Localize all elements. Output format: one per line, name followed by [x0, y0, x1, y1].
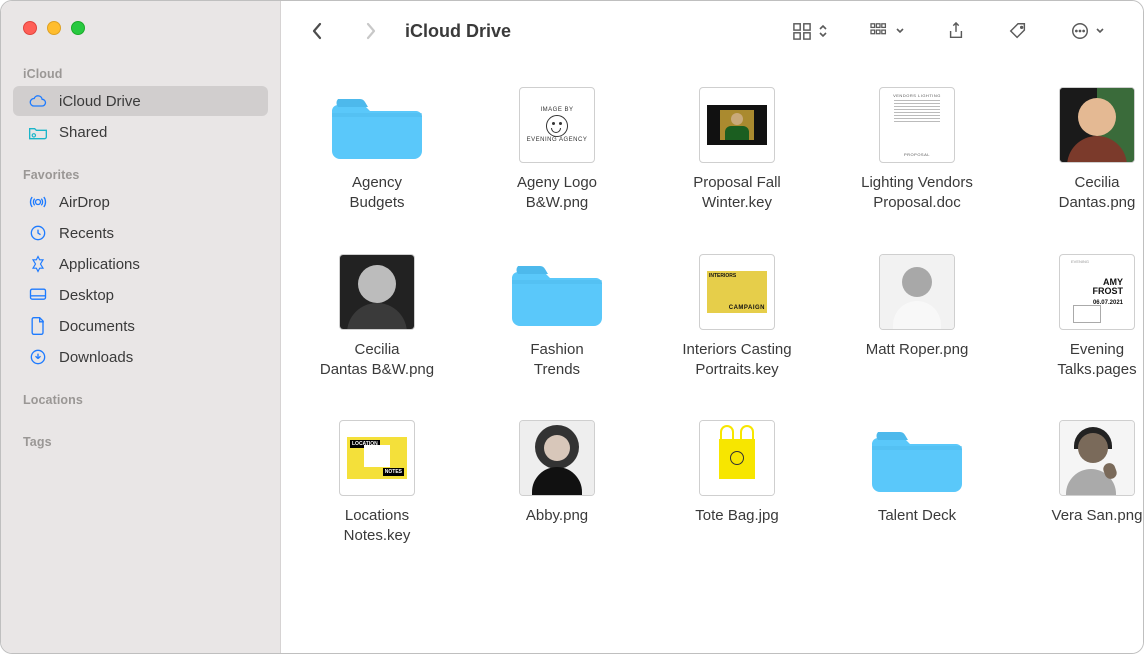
file-label: Cecilia Dantas B&W.png [320, 340, 434, 381]
file-label: Lighting Vendors Proposal.doc [861, 173, 973, 214]
folder-icon [512, 254, 602, 330]
section-label-favorites: Favorites [1, 162, 280, 186]
sidebar-item-label: iCloud Drive [59, 93, 141, 110]
icon-view-icon [789, 19, 815, 43]
file-item[interactable]: Cecilia Dantas.png [1021, 87, 1144, 214]
file-label: Proposal Fall Winter.key [693, 173, 781, 214]
file-label: Matt Roper.png [866, 340, 969, 360]
share-icon [943, 19, 969, 43]
tags-button[interactable] [1005, 19, 1031, 43]
window-controls [23, 21, 85, 35]
section-label-locations: Locations [1, 387, 280, 411]
file-label: Talent Deck [878, 506, 956, 526]
file-item[interactable]: Vera San.png [1021, 420, 1144, 547]
file-item[interactable]: Proposal Fall Winter.key [661, 87, 813, 214]
share-button[interactable] [943, 19, 969, 43]
toolbar: iCloud Drive [281, 1, 1144, 61]
file-label: Fashion Trends [530, 340, 583, 381]
file-label: Abby.png [526, 506, 588, 526]
sidebar-item-recents[interactable]: Recents [13, 218, 268, 248]
sidebar-item-label: Downloads [59, 349, 133, 366]
folder-icon [332, 87, 422, 163]
pages-thumbnail: EVENINGAMY FROST06.07.2021 [1059, 254, 1135, 330]
file-item[interactable]: Tote Bag.jpg [661, 420, 813, 547]
keynote-thumbnail [699, 87, 775, 163]
back-button[interactable] [305, 19, 329, 43]
sidebar-item-icloud-drive[interactable]: iCloud Drive [13, 86, 268, 116]
chevron-down-icon [893, 19, 907, 43]
file-label: Evening Talks.pages [1057, 340, 1136, 381]
document-thumbnail: VENDORS LIGHTINGPROPOSAL [879, 87, 955, 163]
sidebar-item-label: Shared [59, 124, 107, 141]
applications-icon [27, 254, 49, 274]
view-switcher[interactable] [789, 19, 831, 43]
sidebar-item-label: Desktop [59, 287, 114, 304]
close-button[interactable] [23, 21, 37, 35]
file-item[interactable]: Talent Deck [841, 420, 993, 547]
sidebar: iCloud iCloud Drive Shared Favorites Air… [1, 1, 281, 653]
file-label: Vera San.png [1052, 506, 1143, 526]
image-thumbnail [879, 254, 955, 330]
keynote-thumbnail: INTERIORSCAMPAIGN [699, 254, 775, 330]
file-item[interactable]: Cecilia Dantas B&W.png [301, 254, 453, 381]
airdrop-icon [27, 192, 49, 212]
chevron-updown-icon [815, 19, 831, 43]
minimize-button[interactable] [47, 21, 61, 35]
desktop-icon [27, 285, 49, 305]
sidebar-item-downloads[interactable]: Downloads [13, 342, 268, 372]
sidebar-item-shared[interactable]: Shared [13, 117, 268, 147]
image-thumbnail: IMAGE BYEVENING AGENCY [519, 87, 595, 163]
cloud-icon [27, 91, 49, 111]
sidebar-item-label: Documents [59, 318, 135, 335]
file-item[interactable]: EVENINGAMY FROST06.07.2021 Evening Talks… [1021, 254, 1144, 381]
keynote-thumbnail: LOCATIONNOTES [339, 420, 415, 496]
sidebar-item-applications[interactable]: Applications [13, 249, 268, 279]
sidebar-item-label: Applications [59, 256, 140, 273]
section-label-tags: Tags [1, 429, 280, 453]
group-by-button[interactable] [867, 19, 907, 43]
forward-button[interactable] [359, 19, 383, 43]
maximize-button[interactable] [71, 21, 85, 35]
folder-icon [872, 420, 962, 496]
document-icon [27, 316, 49, 336]
sidebar-item-label: Recents [59, 225, 114, 242]
main-content: iCloud Drive [281, 1, 1144, 653]
finder-window: iCloud iCloud Drive Shared Favorites Air… [0, 0, 1144, 654]
file-label: Agency Budgets [349, 173, 404, 214]
file-item[interactable]: Abby.png [481, 420, 633, 547]
file-label: Locations Notes.key [344, 506, 411, 547]
image-thumbnail [1059, 420, 1135, 496]
clock-icon [27, 223, 49, 243]
image-thumbnail [699, 420, 775, 496]
image-thumbnail [339, 254, 415, 330]
file-label: Cecilia Dantas.png [1059, 173, 1136, 214]
file-label: Tote Bag.jpg [695, 506, 778, 526]
file-item[interactable]: INTERIORSCAMPAIGN Interiors Casting Port… [661, 254, 813, 381]
file-grid: Agency Budgets IMAGE BYEVENING AGENCY Ag… [281, 61, 1144, 653]
file-item[interactable]: IMAGE BYEVENING AGENCY Ageny Logo B&W.pn… [481, 87, 633, 214]
chevron-down-icon [1093, 19, 1107, 43]
file-item[interactable]: VENDORS LIGHTINGPROPOSAL Lighting Vendor… [841, 87, 993, 214]
sidebar-item-desktop[interactable]: Desktop [13, 280, 268, 310]
section-label-icloud: iCloud [1, 61, 280, 85]
file-label: Ageny Logo B&W.png [517, 173, 597, 214]
shared-folder-icon [27, 122, 49, 142]
sidebar-item-documents[interactable]: Documents [13, 311, 268, 341]
sidebar-item-label: AirDrop [59, 194, 110, 211]
file-item[interactable]: Matt Roper.png [841, 254, 993, 381]
file-label: Interiors Casting Portraits.key [682, 340, 791, 381]
file-item[interactable]: Agency Budgets [301, 87, 453, 214]
image-thumbnail [1059, 87, 1135, 163]
downloads-icon [27, 347, 49, 367]
image-thumbnail [519, 420, 595, 496]
tag-icon [1005, 19, 1031, 43]
group-icon [867, 19, 893, 43]
file-item[interactable]: Fashion Trends [481, 254, 633, 381]
more-icon [1067, 19, 1093, 43]
sidebar-item-airdrop[interactable]: AirDrop [13, 187, 268, 217]
window-title: iCloud Drive [405, 21, 511, 42]
file-item[interactable]: LOCATIONNOTES Locations Notes.key [301, 420, 453, 547]
more-button[interactable] [1067, 19, 1107, 43]
